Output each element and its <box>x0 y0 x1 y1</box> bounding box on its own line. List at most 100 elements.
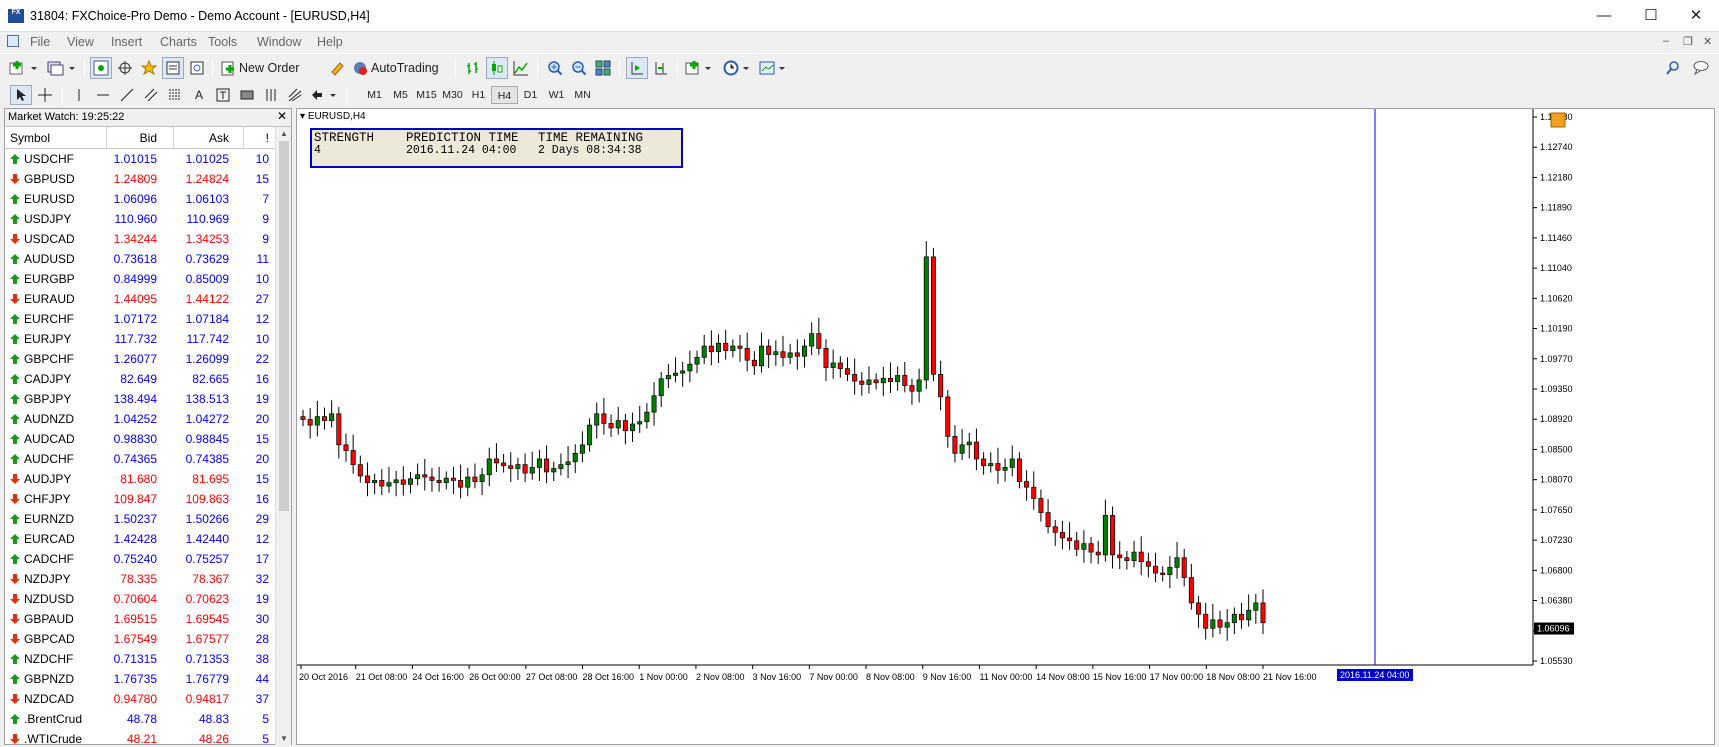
table-row[interactable]: AUDCAD 0.98830 0.98845 15 <box>5 429 277 449</box>
table-row[interactable]: NZDCAD 0.94780 0.94817 37 <box>5 689 277 709</box>
rectangle-button[interactable] <box>236 85 258 105</box>
text-label-button[interactable] <box>212 85 234 105</box>
text-tool-button[interactable]: A <box>188 85 210 105</box>
terminal-button[interactable] <box>162 57 184 79</box>
table-row[interactable]: GBPCHF 1.26077 1.26099 22 <box>5 349 277 369</box>
minimize-icon[interactable]: — <box>1581 0 1627 32</box>
market-watch-scroll-thumb[interactable] <box>279 141 289 511</box>
table-row[interactable]: GBPJPY 138.494 138.513 19 <box>5 389 277 409</box>
period-separators-button[interactable] <box>260 85 282 105</box>
table-row[interactable]: EURUSD 1.06096 1.06103 7 <box>5 189 277 209</box>
timeframe-h4[interactable]: H4 <box>491 86 518 104</box>
menu-help[interactable]: Help <box>317 35 343 49</box>
chart-window[interactable]: 1.151801.127401.121801.118901.114601.110… <box>296 108 1715 745</box>
table-row[interactable]: EURCHF 1.07172 1.07184 12 <box>5 309 277 329</box>
timeframe-m30[interactable]: M30 <box>439 86 466 104</box>
timeframe-h1[interactable]: H1 <box>465 86 492 104</box>
table-row[interactable]: USDCHF 1.01015 1.01025 10 <box>5 149 277 169</box>
periods-button[interactable] <box>722 57 754 79</box>
table-row[interactable]: NZDJPY 78.335 78.367 32 <box>5 569 277 589</box>
table-row[interactable]: .WTICrude 48.21 48.26 5 <box>5 729 277 745</box>
table-row[interactable]: GBPNZD 1.76735 1.76779 44 <box>5 669 277 689</box>
zoom-in-button[interactable] <box>544 57 566 79</box>
crosshair-button[interactable] <box>34 85 56 105</box>
mdi-restore-icon[interactable]: ❐ <box>1683 35 1693 48</box>
one-click-trading-icon[interactable] <box>1550 112 1566 128</box>
mdi-minimize-icon[interactable]: – <box>1663 35 1669 47</box>
candlestick-chart[interactable]: 1.151801.127401.121801.118901.114601.110… <box>297 109 1714 744</box>
search-button[interactable] <box>1663 57 1683 79</box>
timeframe-m5[interactable]: M5 <box>387 86 414 104</box>
horizontal-line-button[interactable] <box>92 85 114 105</box>
table-row[interactable]: USDCAD 1.34244 1.34253 9 <box>5 229 277 249</box>
arrows-button[interactable] <box>308 85 340 105</box>
auto-scroll-button[interactable] <box>626 57 648 79</box>
metaeditor-button[interactable] <box>326 57 348 79</box>
menu-view[interactable]: View <box>67 35 94 49</box>
menu-insert[interactable]: Insert <box>111 35 142 49</box>
table-row[interactable]: CHFJPY 109.847 109.863 16 <box>5 489 277 509</box>
timeframe-mn[interactable]: MN <box>569 86 596 104</box>
table-row[interactable]: .BrentCrud 48.78 48.83 5 <box>5 709 277 729</box>
indicators-button[interactable] <box>684 57 716 79</box>
table-row[interactable]: AUDNZD 1.04252 1.04272 20 <box>5 409 277 429</box>
table-row[interactable]: AUDJPY 81.680 81.695 15 <box>5 469 277 489</box>
profiles-button[interactable] <box>46 57 78 79</box>
maximize-icon[interactable]: ☐ <box>1628 0 1674 32</box>
timeframe-m1[interactable]: M1 <box>361 86 388 104</box>
timeframe-m15[interactable]: M15 <box>413 86 440 104</box>
column-bid[interactable]: Bid <box>140 131 157 145</box>
column-spread[interactable]: ! <box>266 131 269 145</box>
menu-tools[interactable]: Tools <box>208 35 237 49</box>
chart-doc-icon[interactable] <box>7 35 19 47</box>
market-watch-close-icon[interactable]: ✕ <box>277 109 287 123</box>
equidistant-channel-button[interactable] <box>140 85 162 105</box>
new-chart-button[interactable] <box>8 57 40 79</box>
trendline-button[interactable] <box>116 85 138 105</box>
table-row[interactable]: AUDUSD 0.73618 0.73629 11 <box>5 249 277 269</box>
menu-window[interactable]: Window <box>257 35 301 49</box>
menu-charts[interactable]: Charts <box>160 35 197 49</box>
table-row[interactable]: GBPCAD 1.67549 1.67577 28 <box>5 629 277 649</box>
table-row[interactable]: NZDUSD 0.70604 0.70623 19 <box>5 589 277 609</box>
candlestick-chart-button[interactable] <box>486 57 508 79</box>
table-row[interactable]: CADCHF 0.75240 0.75257 17 <box>5 549 277 569</box>
autotrading-button[interactable]: AutoTrading <box>350 57 448 79</box>
table-row[interactable]: EURNZD 1.50237 1.50266 29 <box>5 509 277 529</box>
menu-file[interactable]: File <box>30 35 50 49</box>
templates-button[interactable] <box>758 57 790 79</box>
column-symbol[interactable]: Symbol <box>10 131 50 145</box>
table-row[interactable]: GBPUSD 1.24809 1.24824 15 <box>5 169 277 189</box>
table-row[interactable]: USDJPY 110.960 110.969 9 <box>5 209 277 229</box>
market-watch-scrollbar[interactable]: ▲ ▼ <box>275 127 291 745</box>
column-ask[interactable]: Ask <box>209 131 229 145</box>
new-order-button[interactable]: New Order <box>218 57 320 79</box>
zoom-out-button[interactable] <box>568 57 590 79</box>
data-window-button[interactable] <box>114 57 136 79</box>
table-row[interactable]: AUDCHF 0.74365 0.74385 20 <box>5 449 277 469</box>
strategy-tester-button[interactable] <box>186 57 208 79</box>
line-chart-button[interactable] <box>510 57 532 79</box>
timeframe-w1[interactable]: W1 <box>543 86 570 104</box>
table-row[interactable]: GBPAUD 1.69515 1.69545 30 <box>5 609 277 629</box>
chart-shift-button[interactable] <box>650 57 672 79</box>
table-row[interactable]: EURJPY 117.732 117.742 10 <box>5 329 277 349</box>
scroll-down-icon[interactable]: ▼ <box>280 734 288 743</box>
table-row[interactable]: EURGBP 0.84999 0.85009 10 <box>5 269 277 289</box>
table-row[interactable]: CADJPY 82.649 82.665 16 <box>5 369 277 389</box>
cursor-button[interactable] <box>10 85 32 105</box>
table-row[interactable]: EURCAD 1.42428 1.42440 12 <box>5 529 277 549</box>
market-watch-toggle-button[interactable] <box>90 57 112 79</box>
tile-windows-button[interactable] <box>592 57 614 79</box>
scroll-up-icon[interactable]: ▲ <box>280 129 288 138</box>
timeframe-d1[interactable]: D1 <box>517 86 544 104</box>
chat-button[interactable] <box>1690 57 1712 79</box>
vertical-line-button[interactable] <box>68 85 90 105</box>
navigator-button[interactable] <box>138 57 160 79</box>
bar-chart-button[interactable] <box>462 57 484 79</box>
table-row[interactable]: EURAUD 1.44095 1.44122 27 <box>5 289 277 309</box>
andrews-pitchfork-button[interactable] <box>284 85 306 105</box>
table-row[interactable]: NZDCHF 0.71315 0.71353 38 <box>5 649 277 669</box>
fibonacci-button[interactable] <box>164 85 186 105</box>
close-icon[interactable]: ✕ <box>1673 0 1719 32</box>
